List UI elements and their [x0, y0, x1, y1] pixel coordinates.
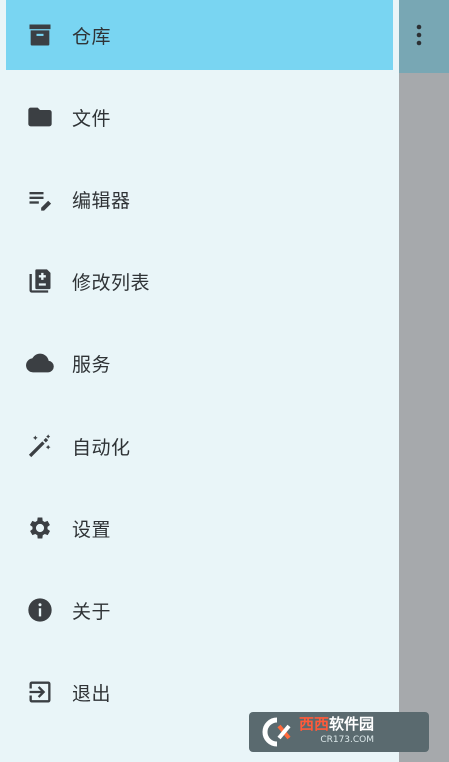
folder-icon	[25, 102, 55, 132]
drawer-item-services[interactable]: 服务	[6, 328, 393, 398]
drawer-item-label: 关于	[72, 600, 112, 623]
more-vert-icon	[416, 24, 422, 46]
info-icon	[25, 595, 55, 625]
watermark-logo: 西西软件园 CR173.COM	[249, 712, 429, 752]
edit-note-icon	[25, 184, 55, 214]
drawer-item-editor[interactable]: 编辑器	[6, 164, 393, 234]
drawer-item-label: 编辑器	[72, 189, 131, 212]
diff-icon	[25, 266, 55, 296]
drawer-item-label: 文件	[72, 107, 112, 130]
drawer-item-about[interactable]: 关于	[6, 575, 393, 645]
archive-icon	[25, 20, 55, 50]
navigation-drawer: 仓库 文件 编辑器 修改列表 服务 自动化 设置 关于 退出	[0, 0, 399, 762]
watermark-text: 西西软件园 CR173.COM	[299, 716, 374, 748]
watermark-domain: CR173.COM	[320, 735, 375, 745]
watermark-brand-a: 西西	[299, 715, 330, 733]
exit-icon	[25, 677, 55, 707]
scrim[interactable]	[393, 0, 449, 762]
gear-icon	[25, 513, 55, 543]
drawer-item-label: 自动化	[72, 436, 131, 459]
drawer-item-label: 设置	[72, 518, 112, 541]
watermark-brand-b: 软件园	[329, 715, 375, 733]
overflow-menu-button[interactable]	[405, 18, 433, 52]
watermark-mark-icon	[255, 716, 295, 748]
drawer-item-label: 服务	[72, 353, 112, 376]
drawer-item-changelist[interactable]: 修改列表	[6, 246, 393, 316]
drawer-item-settings[interactable]: 设置	[6, 493, 393, 563]
cloud-icon	[25, 348, 55, 378]
magic-wand-icon	[25, 431, 55, 461]
drawer-item-repository[interactable]: 仓库	[6, 0, 393, 70]
drawer-item-label: 仓库	[72, 25, 112, 48]
drawer-item-label: 退出	[72, 682, 112, 705]
drawer-item-label: 修改列表	[72, 271, 151, 294]
drawer-item-automation[interactable]: 自动化	[6, 411, 393, 481]
drawer-item-files[interactable]: 文件	[6, 82, 393, 152]
